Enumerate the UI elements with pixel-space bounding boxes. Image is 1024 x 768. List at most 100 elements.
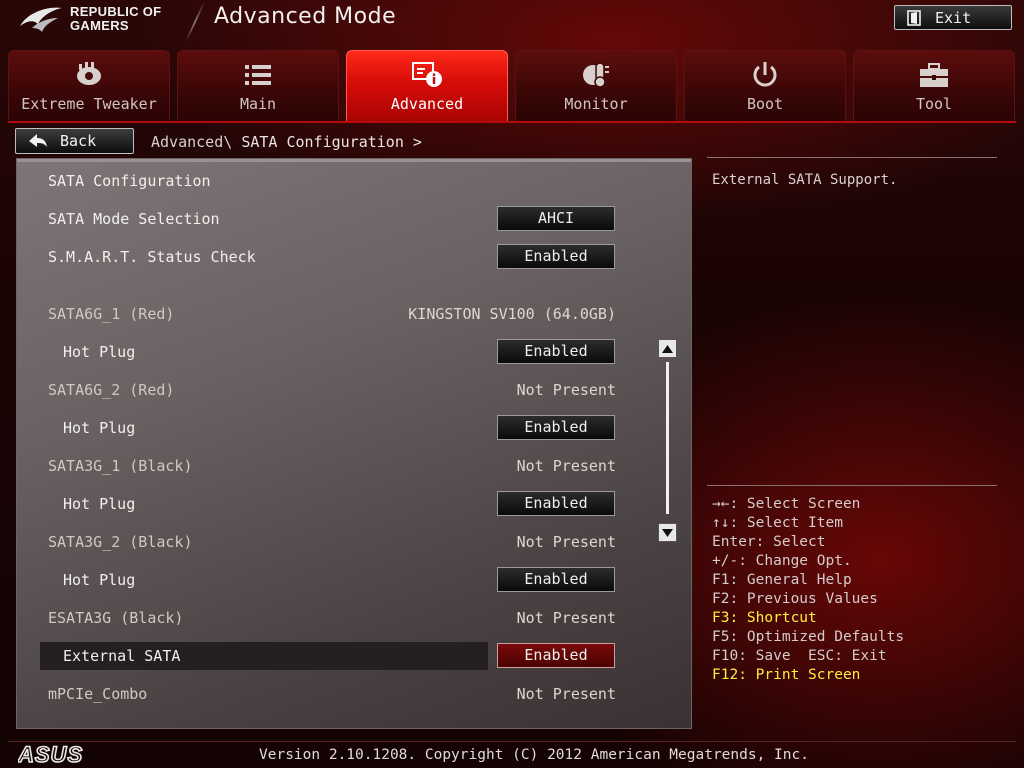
tab-label: Monitor <box>564 95 628 113</box>
key-hint-shortcut[interactable]: F3: Shortcut <box>712 609 904 628</box>
setting-row-external-sata[interactable]: External SATA Enabled <box>17 642 667 670</box>
device-value: Not Present <box>516 381 616 399</box>
breadcrumb-current: SATA Configuration > <box>241 133 422 151</box>
tab-label: Extreme Tweaker <box>21 95 157 113</box>
hot-plug-2-value[interactable]: Enabled <box>497 415 615 440</box>
triangle-up-icon <box>662 344 673 353</box>
setting-label: SATA3G_2 (Black) <box>48 533 193 551</box>
key-hint: F10: Save ESC: Exit <box>712 648 887 664</box>
setting-label: SATA6G_2 (Red) <box>48 381 175 399</box>
rog-eye-logo-icon <box>20 7 62 32</box>
key-hint: ↑↓: Select Item <box>712 515 843 531</box>
brand-text: REPUBLIC OF GAMERS <box>70 4 162 33</box>
tab-label: Boot <box>746 95 784 113</box>
tab-extreme-tweaker[interactable]: Extreme Tweaker <box>8 50 170 122</box>
sata-mode-value[interactable]: AHCI <box>497 206 615 231</box>
device-value: Not Present <box>516 533 616 551</box>
key-hint: F5: Optimized Defaults <box>712 629 905 645</box>
tab-main[interactable]: Main <box>177 50 339 122</box>
help-divider <box>707 485 997 486</box>
tab-label: Tool <box>915 95 953 113</box>
setting-row-hot-plug-4[interactable]: Hot Plug Enabled <box>17 566 667 594</box>
help-description: External SATA Support. <box>712 172 898 188</box>
tweaker-icon <box>77 62 101 85</box>
hot-plug-3-value[interactable]: Enabled <box>497 491 615 516</box>
setting-row-esata3g: ESATA3G (Black) Not Present <box>17 604 667 632</box>
tab-monitor[interactable]: Monitor <box>515 50 677 122</box>
setting-row-mpcie-combo: mPCIe_Combo Not Present <box>17 680 667 708</box>
setting-row-sata3g-1: SATA3G_1 (Black) Not Present <box>17 452 667 480</box>
hot-plug-4-value[interactable]: Enabled <box>497 567 615 592</box>
setting-row-sata-mode[interactable]: SATA Mode Selection AHCI <box>17 205 667 233</box>
svg-text:ASUS: ASUS <box>18 744 83 764</box>
setting-row-smart-check[interactable]: S.M.A.R.T. Status Check Enabled <box>17 243 667 271</box>
setting-label: mPCIe_Combo <box>48 685 148 703</box>
setting-row-hot-plug-1[interactable]: Hot Plug Enabled <box>17 338 667 366</box>
exit-label: Exit <box>935 8 972 27</box>
tab-advanced[interactable]: Advanced <box>346 50 508 122</box>
exit-button[interactable]: Exit <box>894 5 1012 30</box>
tab-boot[interactable]: Boot <box>684 50 846 122</box>
tab-tool[interactable]: Tool <box>853 50 1015 122</box>
settings-panel: SATA Configuration SATA Mode Selection A… <box>16 158 692 729</box>
setting-row-sata6g-2: SATA6G_2 (Red) Not Present <box>17 376 667 404</box>
scroll-up-button[interactable] <box>658 339 677 358</box>
breadcrumb: Advanced\ SATA Configuration > <box>151 133 422 151</box>
triangle-down-icon <box>662 528 673 537</box>
setting-label: SATA6G_1 (Red) <box>48 305 175 323</box>
setting-label: Hot Plug <box>63 419 136 437</box>
scrollbar-track[interactable] <box>666 362 669 514</box>
setting-label: SATA Mode Selection <box>48 210 220 228</box>
thermometer-icon <box>583 62 609 88</box>
setting-label: Hot Plug <box>63 495 136 513</box>
setting-label: Hot Plug <box>63 343 136 361</box>
tab-underline <box>8 121 1016 123</box>
setting-label: S.M.A.R.T. Status Check <box>48 248 256 266</box>
key-legend: →←: Select Screen ↑↓: Select Item Enter:… <box>712 495 904 685</box>
key-hint: +/-: Change Opt. <box>712 553 852 569</box>
external-sata-value[interactable]: Enabled <box>497 643 615 668</box>
page-title: Advanced Mode <box>214 4 397 29</box>
power-icon <box>753 62 777 87</box>
back-button[interactable]: Back <box>15 128 134 154</box>
setting-label: External SATA <box>63 647 181 665</box>
setting-label: SATA Configuration <box>48 172 211 190</box>
key-hint: →←: Select Screen <box>712 496 861 512</box>
setting-label: SATA3G_1 (Black) <box>48 457 193 475</box>
toolbox-icon <box>920 63 948 87</box>
help-divider <box>707 157 997 158</box>
back-label: Back <box>60 132 97 150</box>
setting-row-hot-plug-2[interactable]: Hot Plug Enabled <box>17 414 667 442</box>
setting-label: ESATA3G (Black) <box>48 609 184 627</box>
setting-row-hot-plug-3[interactable]: Hot Plug Enabled <box>17 490 667 518</box>
advanced-info-icon <box>412 62 442 87</box>
breadcrumb-parent[interactable]: Advanced\ <box>151 133 241 151</box>
tab-label: Advanced <box>390 95 464 113</box>
list-icon <box>245 65 271 85</box>
scroll-down-button[interactable] <box>658 523 677 542</box>
setting-row-sata3g-2: SATA3G_2 (Black) Not Present <box>17 528 667 556</box>
exit-door-icon <box>907 9 921 26</box>
setting-row-sata-configuration: SATA Configuration <box>17 167 667 195</box>
smart-check-value[interactable]: Enabled <box>497 244 615 269</box>
device-value: Not Present <box>516 609 616 627</box>
hot-plug-1-value[interactable]: Enabled <box>497 339 615 364</box>
header-divider <box>184 2 206 42</box>
key-hint: F2: Previous Values <box>712 591 878 607</box>
key-hint: Enter: Select <box>712 534 826 550</box>
device-value: Not Present <box>516 685 616 703</box>
panel-top-edge <box>17 159 691 162</box>
back-arrow-icon <box>29 134 47 147</box>
version-text: Version 2.10.1208. Copyright (C) 2012 Am… <box>259 747 809 763</box>
setting-label: Hot Plug <box>63 571 136 589</box>
footer-divider <box>8 741 1016 742</box>
setting-row-sata6g-1: SATA6G_1 (Red) KINGSTON SV100 (64.0GB) <box>17 300 667 328</box>
key-hint-print-screen[interactable]: F12: Print Screen <box>712 666 904 685</box>
asus-logo: ASUS <box>18 744 83 764</box>
header: REPUBLIC OF GAMERS Advanced Mode Exit <box>0 0 1024 46</box>
device-value: Not Present <box>516 457 616 475</box>
key-hint: F1: General Help <box>712 572 852 588</box>
device-value: KINGSTON SV100 (64.0GB) <box>408 305 616 323</box>
tab-label: Main <box>239 95 277 113</box>
main-tabs: Extreme Tweaker Main Advanced Monitor Bo… <box>8 50 1016 122</box>
